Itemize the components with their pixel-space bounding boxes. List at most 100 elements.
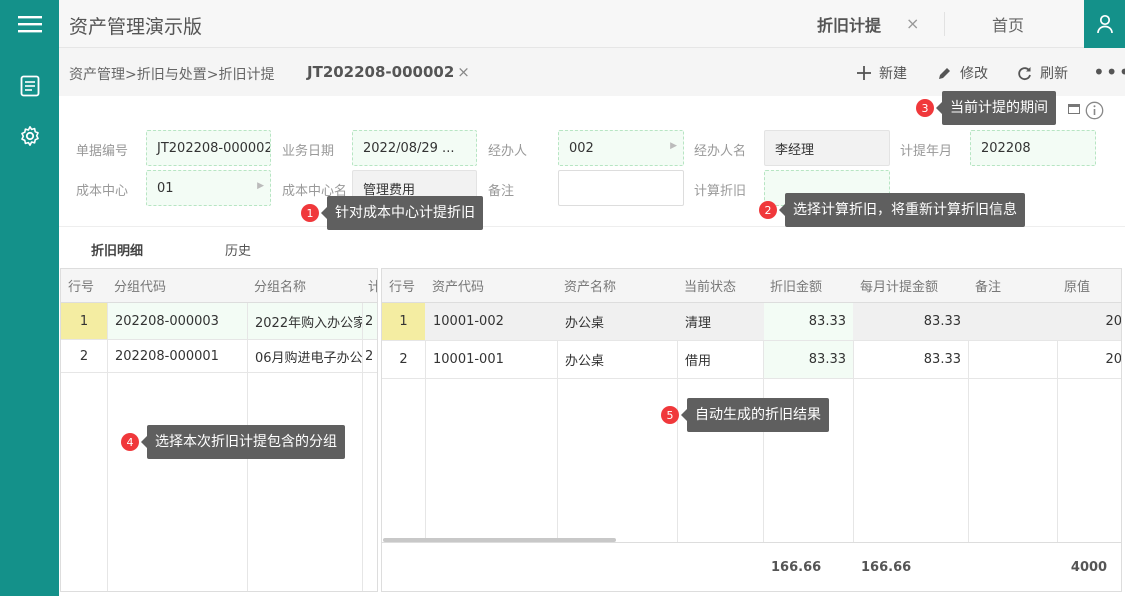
- info-icon[interactable]: [1085, 101, 1104, 124]
- document-tag-label: JT202208-000002: [307, 63, 455, 81]
- biz-date-label: 业务日期: [282, 144, 335, 159]
- remark-field[interactable]: [558, 170, 684, 206]
- edit-button[interactable]: 修改: [937, 63, 988, 83]
- status-cell: 借用: [685, 354, 712, 369]
- cost-center-label: 成本中心: [76, 184, 129, 199]
- row-number: 1: [382, 303, 425, 340]
- group-name-cell: 06月购进电子办公: [255, 350, 362, 366]
- totals-row: 166.66 166.66 4000: [382, 542, 1121, 591]
- detail-tabs: 折旧明细 历史: [59, 226, 1125, 268]
- refresh-icon: [1018, 66, 1031, 80]
- asset-name-cell: 办公桌: [565, 316, 605, 331]
- tab-home[interactable]: 首页: [992, 0, 1024, 48]
- remark-cell: [969, 341, 1057, 378]
- hint-badge: 1: [301, 204, 319, 222]
- col-header-status[interactable]: 当前状态: [677, 269, 763, 302]
- breadcrumb: 资产管理>折旧与处置>折旧计提: [69, 67, 275, 83]
- group-code-cell: 202208-000001: [115, 348, 219, 364]
- doc-no-label: 单据编号: [76, 144, 129, 159]
- hint-text: 针对成本中心计提折旧: [321, 196, 483, 230]
- table-row[interactable]: 1 202208-000003 2022年购入办公家 2: [61, 303, 377, 340]
- form-row-1: 单据编号 JT202208-000002 业务日期 2022/08/29 ...…: [59, 130, 1125, 166]
- refresh-button-label: 刷新: [1040, 66, 1068, 82]
- chevron-right-icon: ▶: [257, 181, 264, 191]
- col-header-remark[interactable]: 备注: [968, 269, 1057, 302]
- extra-cell: 2: [363, 303, 377, 339]
- col-header-group-code[interactable]: 分组代码: [107, 269, 247, 302]
- remark-label: 备注: [488, 184, 515, 199]
- tab-divider: [944, 12, 945, 36]
- recalc-label: 计算折旧: [694, 184, 747, 199]
- hint-3: 3 当前计提的期间: [916, 91, 1056, 125]
- tab-close-icon[interactable]: ×: [906, 14, 919, 33]
- row-number: 2: [399, 352, 408, 367]
- hint-badge: 5: [661, 406, 679, 424]
- row-number: 1: [61, 303, 107, 339]
- more-icon[interactable]: •••: [1093, 60, 1125, 84]
- handler-name-field: 李经理: [764, 130, 890, 166]
- original-value-cell: 20: [1105, 352, 1122, 367]
- handler-field[interactable]: 002 ▶: [558, 130, 684, 166]
- hint-4: 4 选择本次折旧计提包含的分组: [121, 425, 345, 459]
- hint-badge: 2: [759, 201, 777, 219]
- new-button-label: 新建: [879, 66, 907, 82]
- monthly-amount-cell: 83.33: [923, 314, 961, 329]
- col-header-rn[interactable]: 行号: [61, 269, 107, 302]
- col-header-original-value[interactable]: 原值: [1057, 269, 1121, 302]
- hint-badge: 4: [121, 433, 139, 451]
- col-header-dep-amount[interactable]: 折旧金额: [763, 269, 853, 302]
- group-code-cell: 202208-000003: [108, 303, 247, 339]
- handler-value: 002: [569, 140, 594, 156]
- gear-icon[interactable]: [0, 116, 59, 156]
- total-dep-amount: 166.66: [771, 559, 822, 575]
- edit-button-label: 修改: [960, 66, 988, 82]
- new-button[interactable]: 新建: [857, 63, 907, 83]
- col-header-group-name[interactable]: 分组名称: [247, 269, 362, 302]
- top-bar: 资产管理演示版 折旧计提 × 首页: [59, 0, 1125, 48]
- hint-5: 5 自动生成的折旧结果: [661, 398, 829, 432]
- col-header-rn[interactable]: 行号: [382, 269, 425, 302]
- app-title: 资产管理演示版: [69, 16, 203, 38]
- doc-no-field[interactable]: JT202208-000002: [146, 130, 271, 166]
- total-monthly-amount: 166.66: [861, 559, 912, 575]
- sidebar: [0, 0, 59, 596]
- asset-name-cell: 办公桌: [565, 354, 605, 369]
- user-icon[interactable]: [1084, 0, 1125, 48]
- close-icon[interactable]: ×: [457, 63, 470, 81]
- menu-icon[interactable]: [0, 0, 59, 48]
- monthly-amount-cell: 83.33: [923, 352, 961, 367]
- col-header-asset-code[interactable]: 资产代码: [425, 269, 557, 302]
- document-icon[interactable]: [0, 66, 59, 106]
- hint-text: 自动生成的折旧结果: [681, 398, 829, 432]
- asset-code-cell: 10001-001: [433, 352, 504, 367]
- group-grid-header: 行号 分组代码 分组名称 计: [61, 269, 377, 303]
- cost-center-field[interactable]: 01 ▶: [146, 170, 271, 206]
- tab-depreciation-detail[interactable]: 折旧明细: [91, 240, 143, 259]
- table-row[interactable]: 2 202208-000001 06月购进电子办公 2: [61, 340, 377, 373]
- period-field[interactable]: 202208: [970, 130, 1096, 166]
- asset-code-cell: 10001-002: [433, 314, 504, 329]
- hint-1: 1 针对成本中心计提折旧: [301, 196, 483, 230]
- document-tag[interactable]: JT202208-000002 ×: [307, 63, 470, 81]
- tab-history[interactable]: 历史: [225, 240, 251, 259]
- col-header-asset-name[interactable]: 资产名称: [557, 269, 677, 302]
- tab-depreciation[interactable]: 折旧计提: [817, 0, 881, 48]
- col-header-monthly-amount[interactable]: 每月计提金额: [853, 269, 968, 302]
- pencil-icon: [939, 67, 950, 79]
- cost-center-value: 01: [157, 180, 174, 196]
- plus-icon: [857, 66, 871, 80]
- hint-text: 选择本次折旧计提包含的分组: [141, 425, 345, 459]
- col-header-extra[interactable]: 计: [362, 269, 377, 302]
- remark-cell: [969, 303, 1057, 340]
- status-cell: 清理: [685, 316, 712, 331]
- refresh-button[interactable]: 刷新: [1017, 63, 1068, 83]
- biz-date-field[interactable]: 2022/08/29 ...: [352, 130, 477, 166]
- table-row[interactable]: 2 10001-001 办公桌 借用 83.33 83.33 20: [382, 341, 1121, 379]
- horizontal-scrollbar[interactable]: [383, 538, 616, 542]
- row-number: 2: [79, 348, 89, 364]
- hint-text: 当前计提的期间: [936, 91, 1056, 125]
- hint-2: 2 选择计算折旧，将重新计算折旧信息: [759, 193, 1025, 227]
- calendar-icon[interactable]: [1068, 104, 1080, 114]
- dep-amount-cell: 83.33: [764, 341, 853, 378]
- table-row[interactable]: 1 10001-002 办公桌 清理 83.33 83.33 20: [382, 303, 1121, 341]
